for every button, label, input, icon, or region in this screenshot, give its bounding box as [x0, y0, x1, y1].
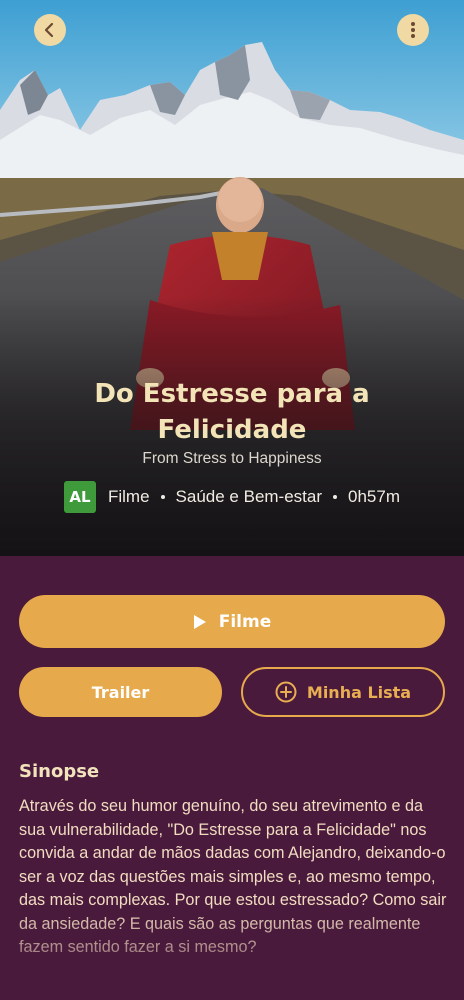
- movie-title: Do Estresse para a Felicidade: [40, 376, 424, 448]
- movie-meta-row: AL Filme Saúde e Bem-estar 0h57m: [0, 481, 464, 513]
- add-to-list-label: Minha Lista: [306, 682, 412, 702]
- genre: Saúde e Bem-estar: [175, 487, 323, 506]
- content-type: Filme: [107, 487, 150, 506]
- synopsis-heading: Sinopse: [19, 761, 100, 782]
- play-icon: [193, 614, 206, 629]
- more-vertical-icon: [411, 22, 415, 38]
- more-options-button[interactable]: [397, 14, 429, 46]
- plus-circle-icon: [275, 681, 297, 703]
- original-title: From Stress to Happiness: [142, 450, 322, 467]
- synopsis-text: Através do seu humor genuíno, do seu atr…: [19, 797, 447, 956]
- separator-dot: [333, 495, 338, 499]
- add-to-list-button[interactable]: Minha Lista: [241, 667, 445, 717]
- movie-title-line-1: Do Estresse para a: [94, 379, 370, 409]
- movie-title-line-2: Felicidade: [157, 415, 307, 445]
- trailer-button[interactable]: Trailer: [19, 667, 222, 717]
- play-movie-button[interactable]: Filme: [19, 595, 445, 648]
- movie-detail-screen: Do Estresse para a Felicidade From Stres…: [0, 0, 464, 1000]
- trailer-button-label: Trailer: [91, 682, 150, 702]
- duration: 0h57m: [348, 487, 400, 506]
- separator-dot: [160, 495, 165, 499]
- back-button[interactable]: [34, 14, 66, 46]
- age-rating-badge: AL: [63, 481, 96, 513]
- play-button-label: Filme: [218, 611, 272, 632]
- chevron-left-icon: [44, 22, 54, 38]
- hero-poster: Do Estresse para a Felicidade From Stres…: [0, 0, 464, 556]
